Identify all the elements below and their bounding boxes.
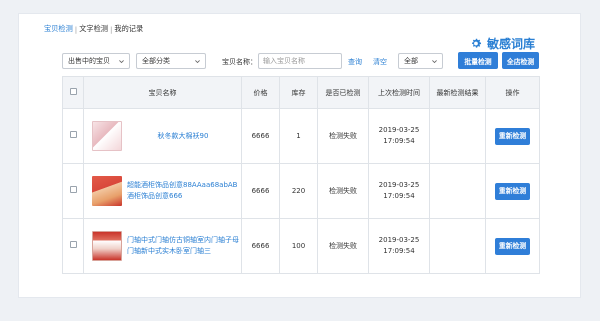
product-name-link[interactable]: 秋冬款大棉袄90 [127,131,239,142]
brand-title: 敏感词库 [487,37,536,51]
latest-result-cell [429,163,486,219]
product-name-link[interactable]: 超能酒柜饰品创意88AAaa68abAB酒柜饰品创意666 [127,180,239,202]
column-header-price: 价格 [241,76,280,109]
column-header-last-time: 上次检测时间 [368,76,430,109]
chevron-down-icon [195,60,200,64]
product-name-cell: 门轴中式门轴仿古铜轴室内门轴子母门轴新中式实木卧室门轴三 [83,218,242,274]
scope-select-value: 全部 [404,57,418,65]
table-row: 秋冬款大棉袄90 6666 1 检测失败 2019-03-25 17:09:54… [62,108,540,164]
chevron-down-icon [119,60,124,64]
row-checkbox[interactable] [69,185,77,193]
column-header-stock: 库存 [279,76,318,109]
recheck-button[interactable]: 重新检测 [494,237,531,255]
column-header-result: 最新检测结果 [429,76,486,109]
action-cell: 重新检测 [485,218,540,274]
batch-check-button[interactable]: 批量检测 [458,52,498,69]
last-check-time-cell: 2019-03-25 17:09:54 [368,163,430,219]
product-thumbnail[interactable] [92,176,122,206]
check-status-cell: 检测失败 [317,163,369,219]
category-select[interactable]: 全部分类 [136,53,206,69]
price-cell: 6666 [241,108,280,164]
stock-cell: 100 [279,218,318,274]
product-name-input[interactable]: 输入宝贝名称 [258,53,342,69]
row-select-cell [62,218,84,274]
stock-cell: 1 [279,108,318,164]
brand-logo: 敏感词库 [470,35,535,52]
stock-cell: 220 [279,163,318,219]
product-name-link[interactable]: 门轴中式门轴仿古铜轴室内门轴子母门轴新中式实木卧室门轴三 [127,235,239,257]
row-select-cell [62,108,84,164]
check-status-cell: 检测失败 [317,108,369,164]
tab-product-check[interactable]: 宝贝检测 [44,24,73,34]
column-header-checked: 是否已检测 [317,76,369,109]
latest-result-cell [429,108,486,164]
table-row: 超能酒柜饰品创意88AAaa68abAB酒柜饰品创意666 6666 220 检… [62,163,540,219]
tab-separator: | [74,24,78,34]
query-link[interactable]: 查询 [348,57,362,67]
product-name-cell: 秋冬款大棉袄90 [83,108,242,164]
gear-icon [472,38,482,48]
tab-separator: | [109,24,113,34]
last-check-time-cell: 2019-03-25 17:09:54 [368,108,430,164]
column-header-name: 宝贝名称 [83,76,242,109]
select-all-checkbox[interactable] [69,87,77,95]
scope-select[interactable]: 全部 [398,53,443,69]
product-name-placeholder: 输入宝贝名称 [263,57,305,65]
product-thumbnail[interactable] [92,231,122,261]
status-select[interactable]: 出售中的宝贝 [62,53,130,69]
clear-link[interactable]: 清空 [373,57,387,67]
table-row: 门轴中式门轴仿古铜轴室内门轴子母门轴新中式实木卧室门轴三 6666 100 检测… [62,218,540,274]
recheck-button[interactable]: 重新检测 [494,127,531,145]
price-cell: 6666 [241,218,280,274]
recheck-button[interactable]: 重新检测 [494,182,531,200]
chevron-down-icon [432,60,437,64]
table-header-row: 宝贝名称 价格 库存 是否已检测 上次检测时间 最新检测结果 操作 [62,76,540,109]
product-name-cell: 超能酒柜饰品创意88AAaa68abAB酒柜饰品创意666 [83,163,242,219]
row-select-cell [62,163,84,219]
product-thumbnail[interactable] [92,121,122,151]
top-tabs: 宝贝检测 | 文字检测 | 我的记录 [44,24,143,34]
action-cell: 重新检测 [485,163,540,219]
row-checkbox[interactable] [69,130,77,138]
filter-bar: 出售中的宝贝 全部分类 宝贝名称： 输入宝贝名称 查询 清空 全部 批量检测 全… [62,52,539,70]
shop-check-button[interactable]: 全店检测 [502,52,539,69]
name-label: 宝贝名称： [222,58,257,66]
check-status-cell: 检测失败 [317,218,369,274]
row-checkbox[interactable] [69,240,77,248]
action-cell: 重新检测 [485,108,540,164]
price-cell: 6666 [241,163,280,219]
column-header-action: 操作 [485,76,540,109]
last-check-time-cell: 2019-03-25 17:09:54 [368,218,430,274]
product-table: 宝贝名称 价格 库存 是否已检测 上次检测时间 最新检测结果 操作 秋冬款大棉袄… [62,76,540,274]
tab-text-check[interactable]: 文字检测 [79,24,108,34]
tab-my-records[interactable]: 我的记录 [114,24,143,34]
status-select-value: 出售中的宝贝 [68,57,110,65]
category-select-value: 全部分类 [142,57,170,65]
select-all-cell [62,76,84,109]
latest-result-cell [429,218,486,274]
